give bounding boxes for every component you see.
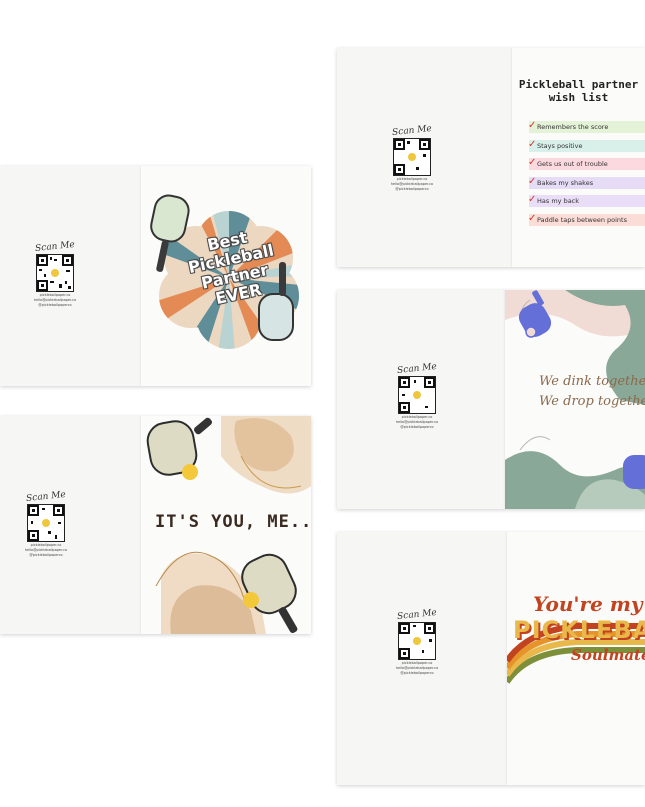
- wish-list-item-label: Gets us out of trouble: [537, 160, 608, 168]
- dink-line: We drop together: [539, 394, 645, 409]
- qr-info-line: pickleballpaper.co: [396, 177, 428, 181]
- card-front: Best Pickleball Partner EVER: [141, 166, 311, 386]
- card-front: We dink together We drop together: [505, 290, 645, 509]
- wish-list-item: ✓ Paddle taps between points: [528, 212, 645, 226]
- qr-info-line: pickleballpaper.co: [30, 543, 62, 547]
- qr-code: [398, 622, 436, 660]
- qr-info-line: pickleballpaper.co: [401, 661, 433, 665]
- title-line: wish list: [548, 91, 609, 104]
- title-line: Pickleball partner: [518, 78, 639, 91]
- qr-info-line: hello@pickleballpaper.co: [390, 182, 434, 186]
- card-front: You're my PICKLEBALL Soulmate: [507, 532, 645, 785]
- wish-list-item: ✓ Remembers the score: [528, 120, 645, 133]
- qr-block: Scan Me pickleballpaper.co hello@pickleb…: [21, 489, 71, 557]
- checkmark-icon: ✓: [528, 212, 537, 224]
- checkmark-icon: ✓: [528, 138, 537, 150]
- dink-line: We dink together: [539, 374, 645, 389]
- qr-code: [398, 376, 436, 414]
- dink-together-text: We dink together We drop together: [539, 372, 645, 412]
- qr-info-line: hello@pickleballpaper.co: [395, 420, 439, 424]
- qr-info-line: @pickleballpaperco: [395, 187, 429, 191]
- qr-block: Scan Me pickleballpaper.co hello@pickleb…: [30, 239, 80, 307]
- its-you-me-title: IT'S YOU, ME...: [155, 512, 311, 532]
- checkmark-icon: ✓: [528, 120, 537, 131]
- qr-info-line: hello@pickleballpaper.co: [24, 548, 68, 552]
- wish-list-item-label: Stays positive: [537, 141, 583, 150]
- qr-info-line: hello@pickleballpaper.co: [395, 666, 439, 670]
- qr-info-line: hello@pickleballpaper.co: [33, 298, 77, 302]
- scan-me-label: Scan Me: [34, 239, 76, 255]
- qr-block: Scan Me pickleballpaper.co hello@pickleb…: [387, 123, 437, 191]
- card-back: Scan Me pickleballpaper.co hello@pickleb…: [0, 416, 141, 634]
- card-back: Scan Me pickleballpaper.co hello@pickleb…: [337, 290, 505, 509]
- wish-list-item-label: Remembers the score: [537, 123, 609, 131]
- qr-info-line: @pickleballpaperco: [400, 425, 434, 429]
- scan-me-label: Scan Me: [396, 361, 438, 377]
- qr-info-line: pickleballpaper.co: [39, 293, 71, 297]
- card-front: IT'S YOU, ME...: [141, 416, 311, 634]
- card-soulmate: Scan Me pickleballpaper.co hello@pickleb…: [337, 532, 645, 785]
- wish-list-item-label: Paddle taps between points: [537, 215, 627, 224]
- qr-info-line: pickleballpaper.co: [401, 415, 433, 419]
- scan-me-label: Scan Me: [396, 607, 438, 623]
- checkmark-icon: ✓: [528, 175, 537, 187]
- card-wish-list: Scan Me pickleballpaper.co hello@pickleb…: [337, 48, 645, 267]
- soulmate-line-2: PICKLEBALL: [513, 616, 645, 644]
- qr-code: [27, 504, 65, 542]
- checkmark-icon: ✓: [528, 157, 537, 168]
- qr-info-line: @pickleballpaperco: [29, 553, 63, 557]
- card-back: Scan Me pickleballpaper.co hello@pickleb…: [337, 532, 507, 785]
- scan-me-label: Scan Me: [391, 123, 433, 139]
- wish-list-title: Pickleball partner wish list: [512, 78, 645, 104]
- wish-list-item-label: Bakes my shakes: [537, 178, 594, 187]
- qr-info-line: @pickleballpaperco: [38, 303, 72, 307]
- card-front: Pickleball partner wish list ✓ Remembers …: [512, 48, 645, 267]
- wish-list-item: ✓ Stays positive: [528, 138, 645, 152]
- wish-list-item: ✓ Gets us out of trouble: [528, 157, 645, 170]
- qr-block: Scan Me pickleballpaper.co hello@pickleb…: [392, 361, 442, 429]
- card-back: Scan Me pickleballpaper.co hello@pickleb…: [0, 166, 141, 386]
- qr-info-line: @pickleballpaperco: [400, 671, 434, 675]
- wish-list-item: ✓ Has my back: [528, 194, 645, 207]
- wish-list-item-label: Has my back: [537, 197, 580, 205]
- qr-code: [36, 254, 74, 292]
- wish-list-item: ✓ Bakes my shakes: [528, 175, 645, 189]
- card-its-you-me: Scan Me pickleballpaper.co hello@pickleb…: [0, 416, 311, 634]
- scan-me-label: Scan Me: [25, 489, 67, 505]
- card-back: Scan Me pickleballpaper.co hello@pickleb…: [337, 48, 512, 267]
- soulmate-line-1: You're my: [533, 592, 643, 616]
- card-best-partner: Scan Me pickleballpaper.co hello@pickleb…: [0, 166, 311, 386]
- qr-code: [393, 138, 431, 176]
- checkmark-icon: ✓: [528, 194, 537, 205]
- card-dink-together: Scan Me pickleballpaper.co hello@pickleb…: [337, 290, 645, 509]
- qr-block: Scan Me pickleballpaper.co hello@pickleb…: [392, 607, 442, 675]
- soulmate-line-3: Soulmate: [571, 646, 645, 664]
